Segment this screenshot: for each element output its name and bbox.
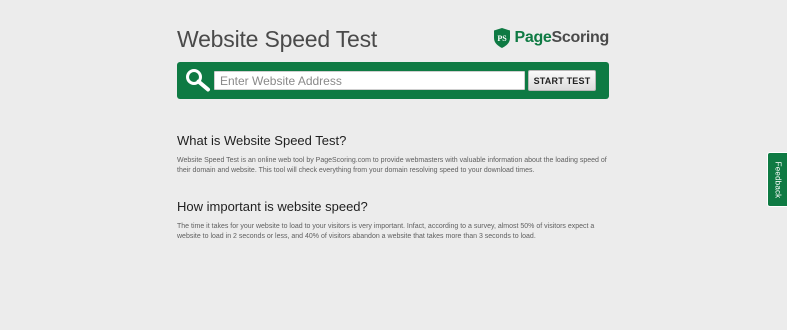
page-title: Website Speed Test	[177, 26, 378, 52]
section-how-important: How important is website speed? The time…	[177, 198, 617, 242]
logo-text: PageScoring	[514, 28, 609, 48]
feedback-label: Feedback	[773, 161, 782, 198]
section-body: The time it takes for your website to lo…	[177, 223, 595, 240]
shield-logo-icon: PS	[494, 28, 511, 48]
website-address-input[interactable]	[214, 71, 525, 90]
section-heading: What is Website Speed Test?	[177, 133, 347, 148]
header: Website Speed Test PS PageScoring	[177, 24, 609, 54]
logo-text-page: Page	[514, 29, 552, 46]
pagescoring-logo[interactable]: PS PageScoring	[493, 27, 609, 49]
feedback-tab[interactable]: Feedback	[767, 152, 787, 207]
section-body: Website Speed Test is an online web tool…	[177, 157, 607, 174]
section-heading: How important is website speed?	[177, 199, 368, 214]
search-icon	[186, 69, 210, 92]
search-bar: START TEST	[177, 62, 609, 99]
logo-text-scoring: Scoring	[551, 29, 610, 46]
page: Website Speed Test PS PageScoring START …	[0, 0, 787, 330]
section-what-is: What is Website Speed Test? Website Spee…	[177, 132, 617, 176]
start-test-button[interactable]: START TEST	[528, 70, 596, 91]
logo-badge-text: PS	[498, 34, 508, 43]
